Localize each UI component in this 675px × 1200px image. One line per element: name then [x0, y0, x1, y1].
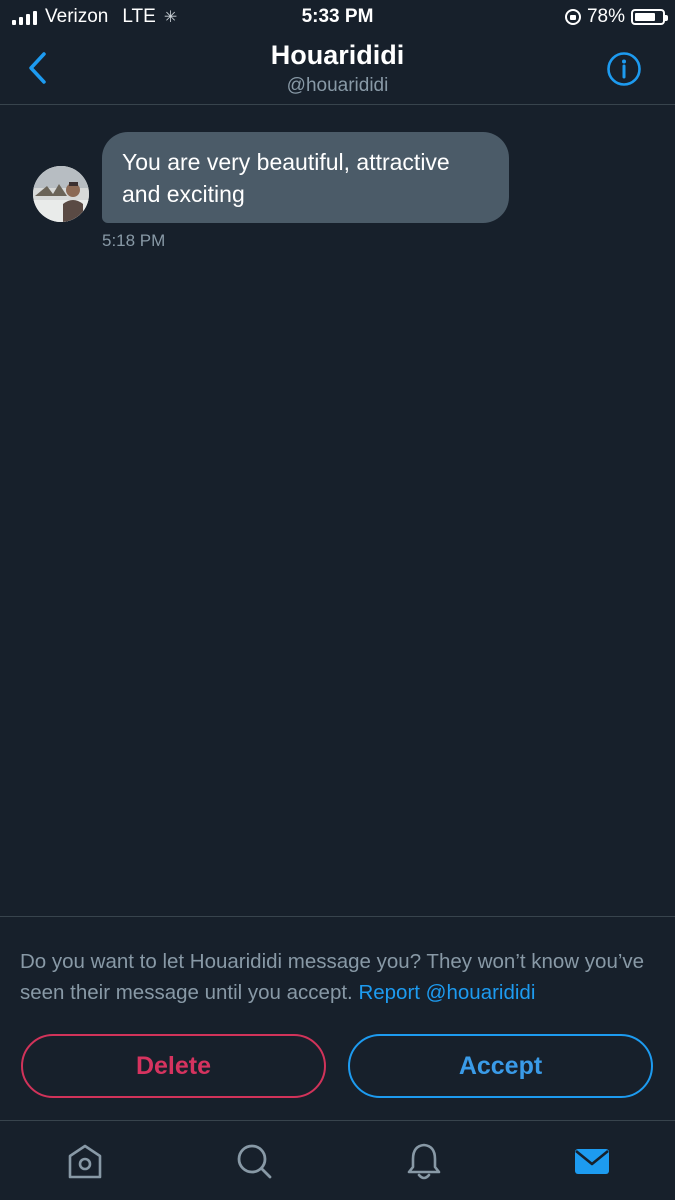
request-prompt: Do you want to let Houarididi message yo…	[20, 946, 660, 1008]
request-prompt-text: Do you want to let Houarididi message yo…	[20, 950, 645, 1004]
delete-button[interactable]: Delete	[21, 1034, 326, 1098]
report-link[interactable]: Report @houarididi	[358, 981, 535, 1004]
status-bar: Verizon LTE ✳ 5:33 PM 78%	[0, 0, 675, 34]
page-title: Houarididi	[270, 40, 405, 70]
search-icon	[237, 1144, 272, 1179]
info-button[interactable]	[606, 51, 642, 87]
home-icon	[68, 1144, 102, 1179]
avatar[interactable]	[33, 166, 89, 222]
avatar-image	[33, 166, 89, 222]
conversation-header: Houarididi @houarididi	[0, 34, 675, 105]
message-request-panel: Do you want to let Houarididi message yo…	[0, 916, 675, 1121]
accept-button[interactable]: Accept	[348, 1034, 653, 1098]
tab-messages[interactable]	[570, 1139, 614, 1183]
battery-icon	[631, 9, 668, 25]
tab-bar	[0, 1120, 675, 1200]
battery-level-fill	[635, 13, 656, 21]
tab-home[interactable]	[63, 1139, 107, 1183]
message-timestamp: 5:18 PM	[102, 231, 166, 250]
battery-percent: 78%	[586, 6, 625, 27]
user-handle: @houarididi	[286, 75, 389, 96]
bell-icon	[407, 1143, 441, 1180]
conversation-title-block: Houarididi @houarididi	[0, 40, 675, 97]
info-icon	[607, 52, 641, 86]
tab-notifications[interactable]	[402, 1139, 446, 1183]
message-list: You are very beautiful, attractive and e…	[0, 105, 675, 915]
status-right: 78%	[564, 6, 668, 28]
message-bubble[interactable]: You are very beautiful, attractive and e…	[102, 132, 509, 223]
tab-search[interactable]	[232, 1139, 276, 1183]
dm-request-screen: Verizon LTE ✳ 5:33 PM 78% Houarididi @ho…	[0, 0, 675, 1200]
orientation-lock-icon	[564, 9, 581, 25]
mail-icon	[575, 1149, 609, 1174]
